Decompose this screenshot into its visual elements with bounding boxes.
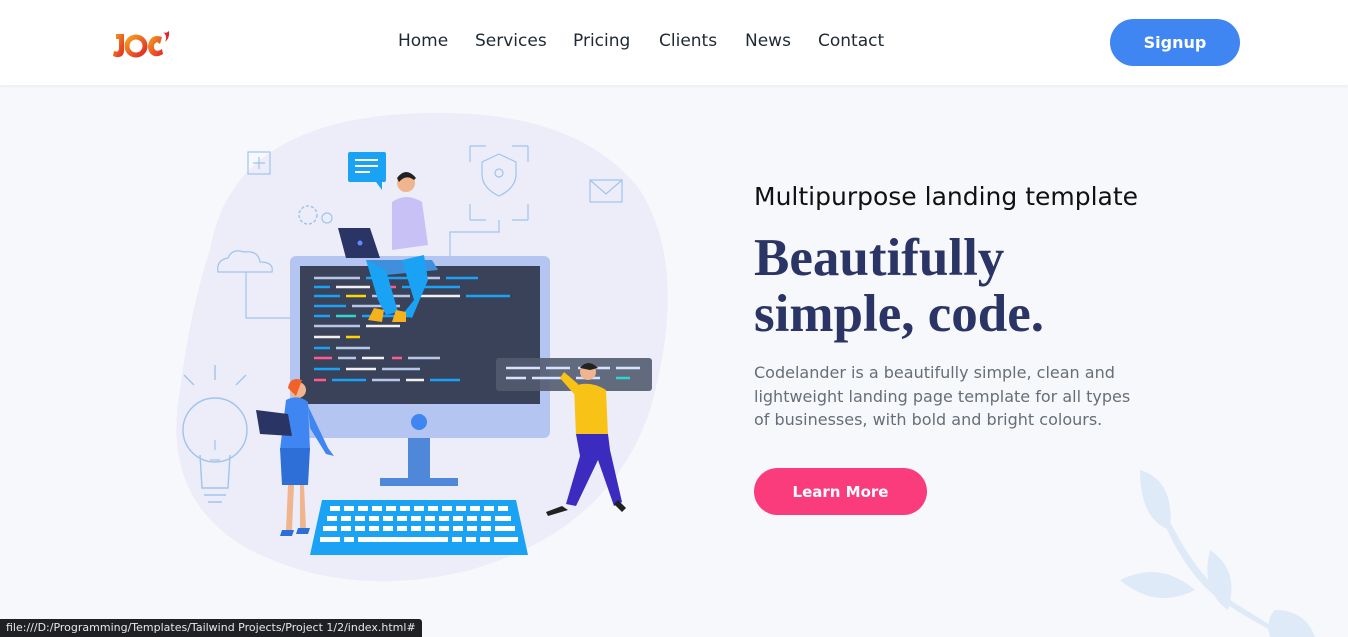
hero-title: Beautifully simple, code. [754, 230, 1174, 342]
nav-services[interactable]: Services [475, 31, 547, 51]
site-header: Home Services Pricing Clients News Conta… [0, 0, 1348, 85]
hero-title-line1: Beautifully [754, 229, 1005, 287]
hero-title-line2: simple, code. [754, 285, 1044, 343]
leaf-decoration [1100, 460, 1348, 637]
nav-home[interactable]: Home [398, 31, 448, 51]
hero-illustration [170, 110, 680, 590]
nav-contact[interactable]: Contact [818, 31, 884, 51]
signup-button[interactable]: Signup [1110, 19, 1240, 66]
hero-subtitle: Multipurpose landing template [754, 182, 1139, 211]
nav-news[interactable]: News [745, 31, 791, 51]
learn-more-button[interactable]: Learn More [754, 468, 927, 515]
browser-status-url: file:///D:/Programming/Templates/Tailwin… [0, 619, 422, 637]
nav-clients[interactable]: Clients [659, 31, 717, 51]
nav-pricing[interactable]: Pricing [573, 31, 630, 51]
hero-description: Codelander is a beautifully simple, clea… [754, 363, 1131, 429]
